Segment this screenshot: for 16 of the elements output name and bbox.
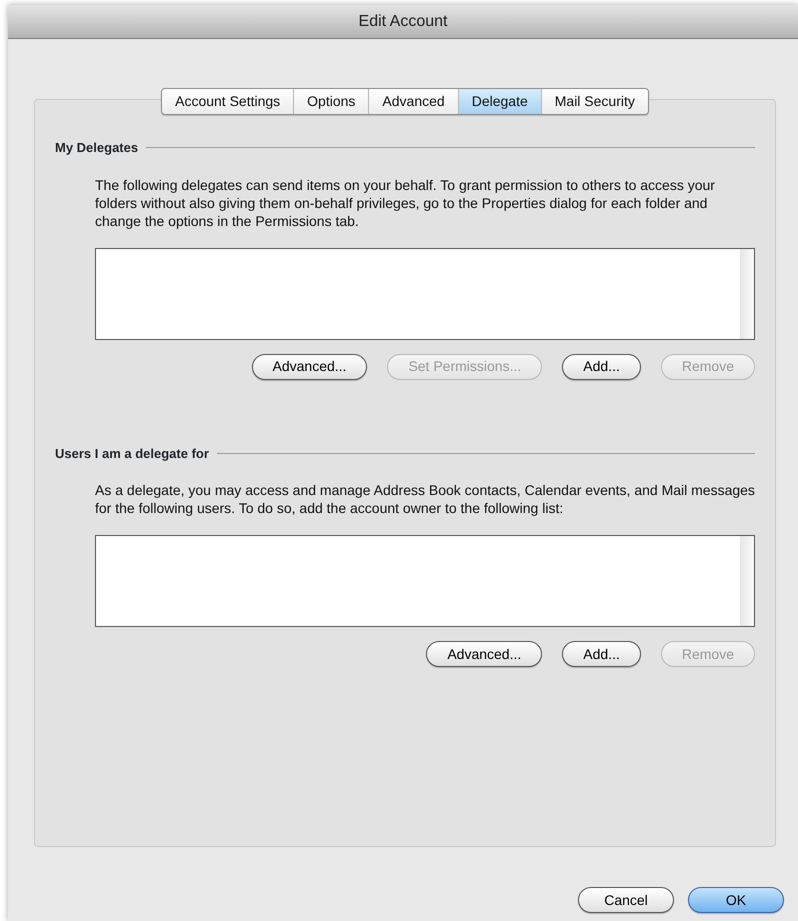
window-title: Edit Account: [358, 12, 448, 32]
description-text: As a delegate, you may access and manage Address Book contacts, Calendar events, and Mail messages for the following users. To do so, add the account owner to the following list:: [95, 481, 755, 517]
tab[interactable]: Account Settings: [162, 89, 294, 114]
list-box[interactable]: [95, 535, 755, 627]
push-button[interactable]: Add...: [562, 354, 641, 380]
push-button[interactable]: Advanced...: [426, 641, 542, 667]
section-heading: Users I am a delegate for: [55, 444, 209, 463]
push-button[interactable]: Advanced...: [252, 354, 368, 380]
ok-button[interactable]: OK: [688, 887, 784, 913]
section-heading: My Delegates: [55, 139, 138, 157]
push-button[interactable]: Add...: [562, 641, 641, 667]
tab[interactable]: Mail Security: [542, 89, 648, 114]
tab[interactable]: Options: [294, 89, 370, 114]
cancel-button[interactable]: Cancel: [578, 887, 674, 913]
description-text: The following delegates can send items on your behalf. To grant permission to others to access your folders without also giving them on-behalf privileges, go to the Properties dialog for each folder and change the options in the Permissions tab.: [95, 176, 716, 230]
tab[interactable]: Delegate: [458, 89, 542, 114]
